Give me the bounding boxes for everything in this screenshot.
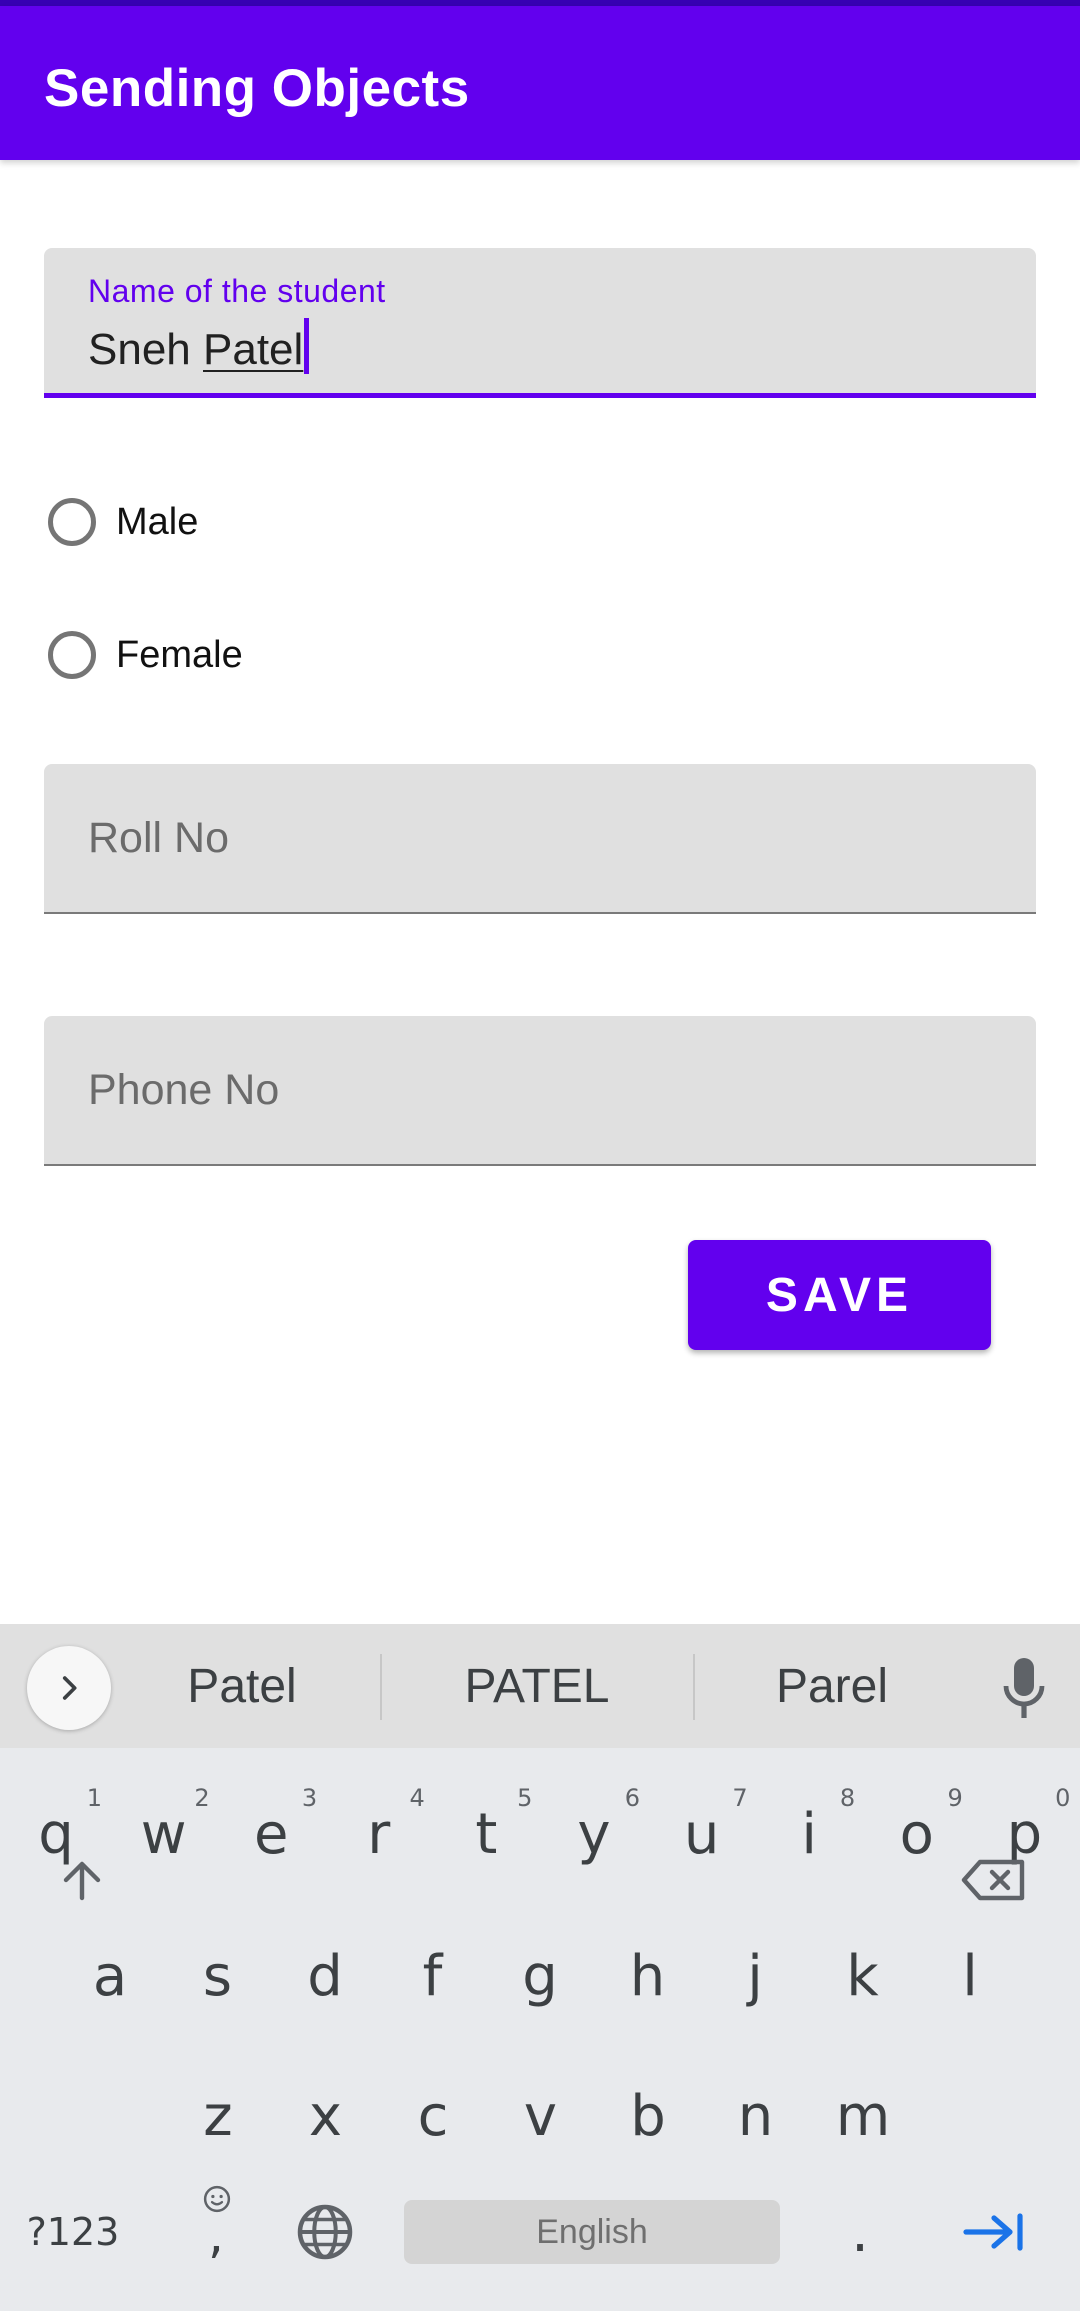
key-m[interactable]: m bbox=[815, 2072, 911, 2160]
key-label: o bbox=[899, 1801, 934, 1867]
period-key[interactable]: . bbox=[830, 2192, 890, 2272]
key-t[interactable]: t5 bbox=[438, 1784, 534, 1878]
backspace-icon bbox=[961, 1859, 1025, 1901]
key-number-hint: 3 bbox=[301, 1784, 318, 1812]
key-d[interactable]: d bbox=[277, 1932, 373, 2020]
key-label: t bbox=[475, 1801, 498, 1867]
key-number-hint: 6 bbox=[624, 1784, 640, 1812]
key-k[interactable]: k bbox=[815, 1932, 911, 2020]
suggestion-strip: Patel PATEL Parel bbox=[0, 1624, 1080, 1748]
key-number-hint: 8 bbox=[839, 1784, 856, 1812]
key-s[interactable]: s bbox=[170, 1932, 266, 2020]
app-bar: Sending Objects bbox=[0, 6, 1080, 160]
key-label: w bbox=[140, 1801, 187, 1867]
key-number-hint: 5 bbox=[517, 1784, 533, 1812]
name-composing-word: Patel bbox=[203, 325, 304, 374]
language-key[interactable] bbox=[288, 2192, 362, 2272]
key-i[interactable]: i8 bbox=[761, 1784, 857, 1878]
key-number-hint: 1 bbox=[86, 1784, 102, 1812]
key-z[interactable]: z bbox=[170, 2072, 266, 2160]
tab-next-icon bbox=[963, 2213, 1023, 2251]
mic-icon[interactable] bbox=[1002, 1656, 1046, 1720]
key-label: g bbox=[522, 1943, 558, 2009]
key-number-hint: 2 bbox=[194, 1784, 210, 1812]
key-label: a bbox=[92, 1943, 128, 2009]
key-b[interactable]: b bbox=[600, 2072, 696, 2160]
radio-female-circle[interactable] bbox=[48, 631, 96, 679]
comma-label: , bbox=[208, 2206, 224, 2264]
key-label: m bbox=[835, 2083, 891, 2149]
tab-next-key[interactable] bbox=[948, 2192, 1040, 2272]
name-field[interactable]: Name of the student Sneh Patel bbox=[44, 248, 1036, 398]
shift-key[interactable] bbox=[28, 1840, 136, 1920]
key-l[interactable]: l bbox=[922, 1932, 1018, 2020]
radio-male-circle[interactable] bbox=[48, 498, 96, 546]
phone-no-field[interactable]: Phone No bbox=[44, 1016, 1036, 1166]
key-h[interactable]: h bbox=[600, 1932, 696, 2020]
key-number-hint: 9 bbox=[947, 1784, 963, 1812]
key-r[interactable]: r4 bbox=[331, 1784, 427, 1878]
key-label: x bbox=[308, 2083, 343, 2149]
globe-icon bbox=[297, 2204, 353, 2260]
key-label: f bbox=[422, 1943, 443, 2009]
key-number-hint: 7 bbox=[732, 1784, 748, 1812]
name-field-value[interactable]: Sneh Patel bbox=[88, 318, 310, 375]
suggestion-1[interactable]: Patel bbox=[130, 1654, 354, 1718]
key-label: n bbox=[737, 2083, 774, 2149]
app-title: Sending Objects bbox=[44, 59, 470, 118]
key-f[interactable]: f bbox=[385, 1932, 481, 2020]
key-label: y bbox=[577, 1801, 611, 1867]
text-cursor bbox=[304, 318, 310, 374]
key-c[interactable]: c bbox=[385, 2072, 481, 2160]
space-bar[interactable]: English bbox=[404, 2200, 780, 2264]
key-y[interactable]: y6 bbox=[546, 1784, 642, 1878]
suggestion-2[interactable]: PATEL bbox=[405, 1654, 669, 1718]
suggestion-divider bbox=[380, 1654, 382, 1720]
key-number-hint: 4 bbox=[409, 1784, 425, 1812]
backspace-key[interactable] bbox=[944, 1840, 1044, 1920]
key-j[interactable]: j bbox=[707, 1932, 803, 2020]
toolbar-expand-button[interactable] bbox=[27, 1646, 111, 1730]
key-label: h bbox=[629, 1943, 666, 2009]
soft-keyboard: Patel PATEL Parel q1w2e3r4t5y6u7i8o9p0as… bbox=[0, 1624, 1080, 2311]
emoji-comma-key[interactable]: , bbox=[190, 2184, 246, 2280]
radio-male[interactable]: Male bbox=[48, 492, 198, 552]
save-button[interactable]: SAVE bbox=[688, 1240, 991, 1350]
suggestion-divider bbox=[693, 1654, 695, 1720]
key-label: k bbox=[846, 1943, 879, 2009]
key-label: i bbox=[801, 1801, 817, 1867]
chevron-right-icon bbox=[62, 1676, 77, 1700]
key-number-hint: 0 bbox=[1055, 1784, 1071, 1812]
roll-no-placeholder: Roll No bbox=[88, 814, 229, 862]
radio-female[interactable]: Female bbox=[48, 625, 243, 685]
key-x[interactable]: x bbox=[278, 2072, 374, 2160]
key-label: d bbox=[307, 1943, 343, 2009]
key-label: b bbox=[630, 2083, 666, 2149]
key-v[interactable]: v bbox=[493, 2072, 589, 2160]
name-first-word: Sneh bbox=[88, 325, 191, 374]
key-label: j bbox=[747, 1943, 763, 2009]
radio-male-label: Male bbox=[116, 500, 199, 543]
key-e[interactable]: e3 bbox=[223, 1784, 319, 1878]
key-label: r bbox=[367, 1801, 391, 1867]
key-n[interactable]: n bbox=[708, 2072, 804, 2160]
key-label: e bbox=[253, 1801, 289, 1867]
key-label: v bbox=[523, 2083, 558, 2149]
phone-no-placeholder: Phone No bbox=[88, 1066, 280, 1114]
key-u[interactable]: u7 bbox=[654, 1784, 750, 1878]
suggestion-3[interactable]: Parel bbox=[720, 1654, 944, 1718]
key-label: c bbox=[417, 2083, 449, 2149]
symbols-key[interactable]: ?123 bbox=[18, 2192, 128, 2272]
name-field-label: Name of the student bbox=[88, 273, 386, 309]
key-label: z bbox=[203, 2083, 233, 2149]
key-a[interactable]: a bbox=[62, 1932, 158, 2020]
key-label: u bbox=[683, 1801, 720, 1867]
key-label: l bbox=[962, 1943, 978, 2009]
shift-icon bbox=[63, 1861, 101, 1901]
radio-female-label: Female bbox=[116, 633, 243, 676]
key-label: s bbox=[202, 1943, 233, 2009]
roll-no-field[interactable]: Roll No bbox=[44, 764, 1036, 914]
key-g[interactable]: g bbox=[492, 1932, 588, 2020]
